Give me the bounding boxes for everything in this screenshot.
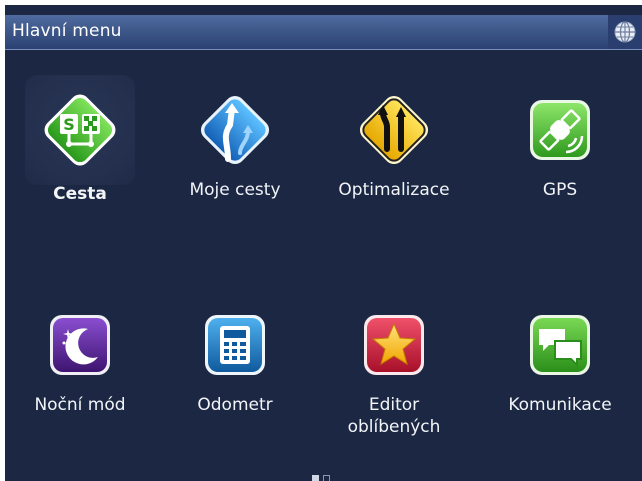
page-dot[interactable]: [323, 475, 330, 481]
title-bar: Hlavní menu: [5, 15, 642, 50]
page-title: Hlavní menu: [12, 21, 122, 41]
road-arrows-icon: [200, 95, 270, 165]
route-sign-icon: S: [44, 94, 116, 166]
menu-item-cesta[interactable]: S Cesta: [5, 75, 155, 245]
language-button[interactable]: [608, 15, 642, 49]
menu-item-nocni-mod[interactable]: Noční mód: [5, 290, 155, 460]
menu-item-label: Cesta: [53, 184, 107, 204]
menu-item-label: Komunikace: [508, 395, 612, 415]
calculator-icon: [205, 315, 265, 375]
menu-item-moje-cesty[interactable]: Moje cesty: [160, 75, 310, 245]
menu-item-odometr[interactable]: Odometr: [160, 290, 310, 460]
menu-item-label: Odometr: [197, 395, 273, 415]
globe-icon: [614, 21, 636, 43]
moon-icon: [50, 315, 110, 375]
menu-item-optimalizace[interactable]: Optimalizace: [319, 75, 469, 245]
road-warning-icon: [359, 95, 429, 165]
star-icon: [364, 315, 424, 375]
page-indicator: [312, 475, 330, 481]
menu-item-label: Moje cesty: [189, 180, 281, 200]
main-menu-screen: Hlavní menu S Cesta Moje cesty Optimaliz…: [5, 5, 642, 481]
chat-bubbles-icon: [530, 315, 590, 375]
menu-item-label: Noční mód: [34, 395, 126, 415]
menu-item-label: Editor oblíbených: [347, 395, 441, 437]
menu-item-label: GPS: [542, 180, 578, 200]
menu-item-editor-oblibenych[interactable]: Editor oblíbených: [319, 290, 469, 460]
svg-text:S: S: [63, 115, 75, 134]
menu-item-gps[interactable]: GPS: [485, 75, 635, 245]
menu-item-komunikace[interactable]: Komunikace: [485, 290, 635, 460]
page-dot-active[interactable]: [312, 475, 319, 481]
satellite-icon: [530, 100, 590, 160]
menu-item-label: Optimalizace: [338, 180, 450, 200]
